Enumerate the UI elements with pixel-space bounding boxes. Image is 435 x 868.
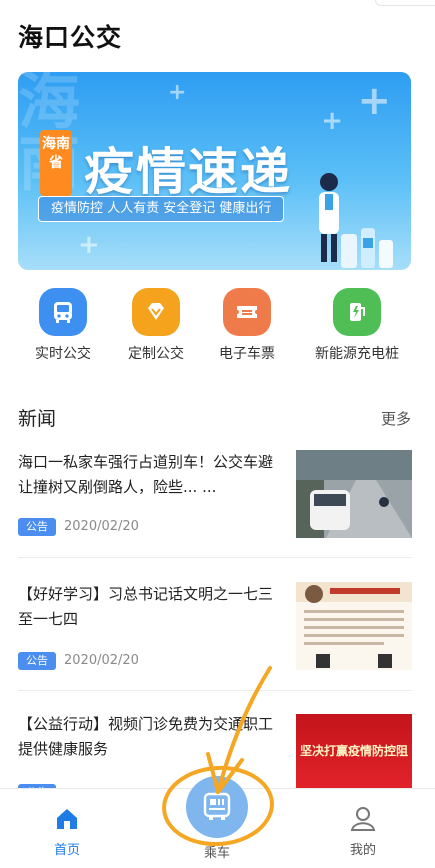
news-item[interactable]: 【好好学习】习总书记话文明之一七三至一七四 公告 2020/02/20 (18, 582, 412, 674)
charging-pile-icon (333, 288, 381, 336)
news-more-link[interactable]: 更多 (381, 408, 411, 429)
news-thumbnail-red-banner: 坚决打赢疫情防控阻击战 (296, 714, 412, 790)
news-badge: 公告 (18, 518, 56, 536)
quick-entry-e-ticket[interactable]: 电子车票 (202, 288, 292, 363)
province-tag: 海南省 (40, 130, 72, 196)
news-thumbnail-document (296, 582, 412, 670)
tab-label: 我的 (349, 843, 376, 858)
banner-slogan: 疫情防控 人人有责 安全登记 健康出行 (38, 196, 285, 222)
news-date: 2020/02/20 (64, 653, 139, 668)
plus-decoration: + (321, 106, 343, 136)
news-item-title: 海口一私家车强行占道别车！公交车避让撞树又剐倒路人，险些... ... (18, 453, 274, 496)
thumbnail-caption: 坚决打赢疫情防控阻击战 (300, 744, 408, 758)
news-item-title: 【公益行动】视频门诊免费为交通职工提供健康服务 (18, 715, 274, 758)
quick-entry-label: 定制公交 (128, 346, 184, 362)
bus-icon (39, 288, 87, 336)
tab-label: 首页 (53, 843, 80, 858)
tab-profile[interactable]: 我的 (328, 805, 398, 858)
quick-entry-charging-pile[interactable]: 新能源充电桩 (307, 288, 407, 363)
banner-headline: 疫情速递 (84, 143, 292, 201)
plus-decoration: + (357, 78, 391, 124)
plus-decoration: + (78, 230, 100, 260)
plus-decoration: + (168, 80, 187, 105)
quick-entry-label: 电子车票 (219, 346, 275, 362)
news-item-title: 【好好学习】习总书记话文明之一七三至一七四 (18, 585, 274, 628)
quick-entry-row: 实时公交 定制公交 电子车票 新能源充电桩 (0, 288, 435, 368)
quick-entry-realtime-bus[interactable]: 实时公交 (18, 288, 108, 363)
quick-entry-custom-bus[interactable]: 定制公交 (111, 288, 201, 363)
ride-qr-button[interactable] (186, 776, 248, 838)
quick-entry-label: 新能源充电桩 (315, 346, 399, 362)
quick-entry-label: 实时公交 (35, 346, 91, 362)
medicine-illustration (341, 228, 393, 268)
news-item[interactable]: 海口一私家车强行占道别车！公交车避让撞树又剐倒路人，险些... ... 公告 2… (18, 450, 412, 542)
ticket-icon (223, 288, 271, 336)
diamond-icon (132, 288, 180, 336)
divider (18, 557, 412, 558)
news-badge: 公告 (18, 652, 56, 670)
user-icon (350, 807, 376, 831)
app-title: 海口公交 (18, 23, 123, 52)
home-icon (57, 809, 77, 829)
divider (18, 690, 412, 691)
news-date: 2020/02/20 (64, 519, 139, 534)
tab-label-ride[interactable]: 乘车 (186, 842, 248, 861)
tab-home[interactable]: 首页 (32, 805, 102, 858)
news-thumbnail-street (296, 450, 412, 538)
top-edge (375, 0, 435, 6)
qr-bus-icon (203, 792, 231, 820)
promo-banner[interactable]: 海南 + + + + 海南省 疫情速递 疫情防控 人人有责 安全登记 健康出行 (18, 72, 411, 270)
news-section-title: 新闻 (18, 408, 57, 430)
